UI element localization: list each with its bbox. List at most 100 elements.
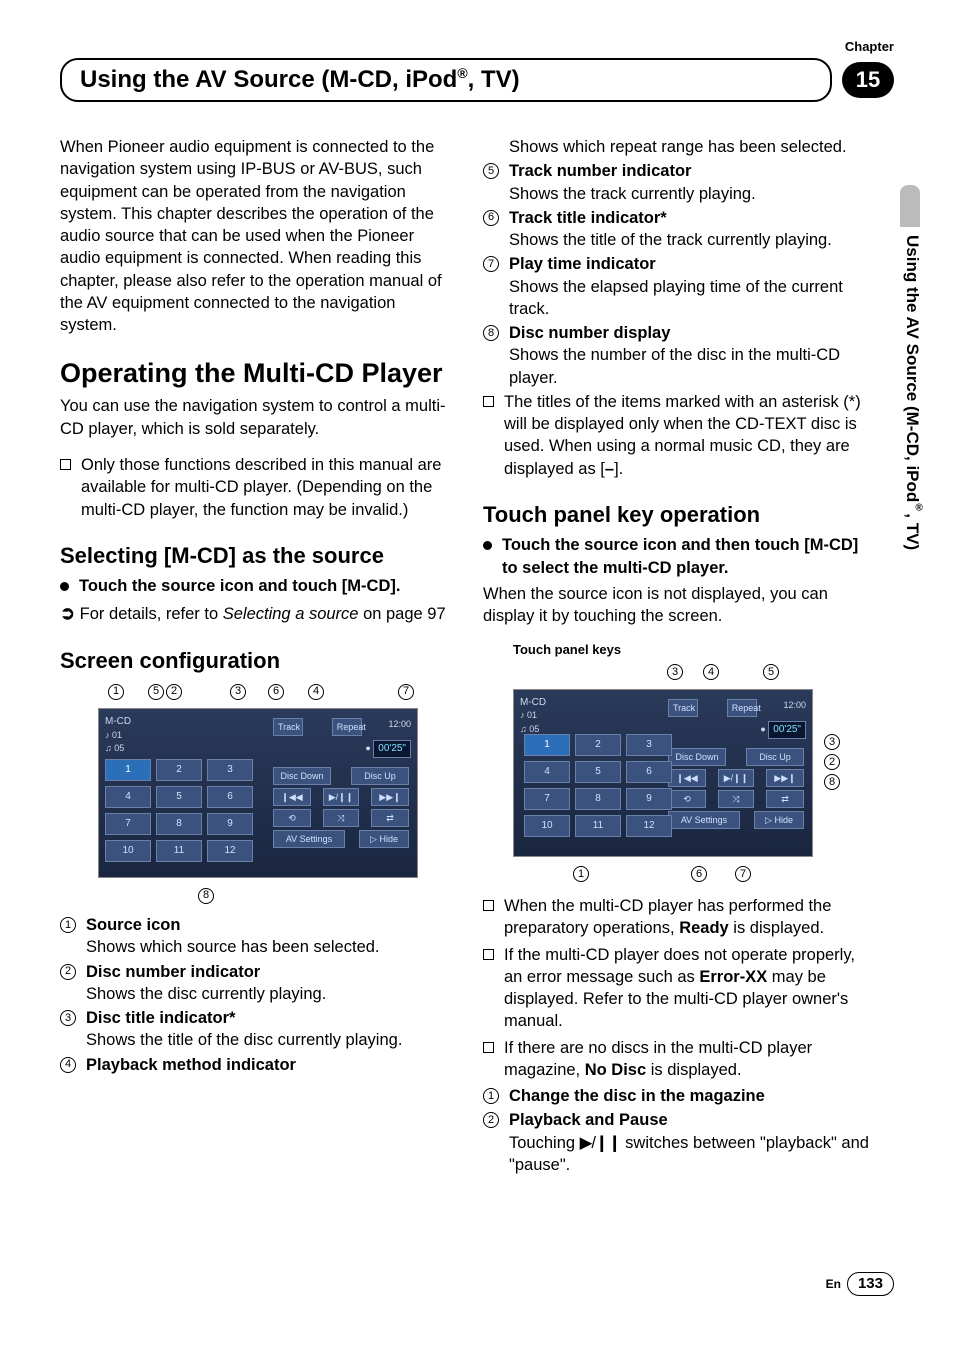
screenshot2-right-col: Track Repeat 12:00 ● 00'25" Disc Down Di… [666,696,806,829]
next-track-button-2[interactable]: ▶▶❙ [766,769,804,787]
tp-paragraph: When the source icon is not displayed, y… [483,583,874,628]
disc-cell[interactable]: 1 [105,759,151,781]
disc-cell[interactable]: 3 [626,734,672,756]
repeat-label[interactable]: Repeat [332,718,362,736]
tp-callout-5: 5 [763,664,779,680]
track-label[interactable]: Track [273,718,303,736]
tp-callout-r2: 2 [824,754,840,770]
mode-button-1b[interactable]: ⟲ [668,790,706,808]
col2-item-8-desc: Shows the number of the disc in the mult… [509,344,874,389]
tp-bullet-error-text: If the multi-CD player does not operate … [504,944,874,1033]
next-track-button[interactable]: ▶▶❙ [371,788,409,806]
heading-selecting-mcd: Selecting [M-CD] as the source [60,543,451,569]
operating-note: Only those functions described in this m… [60,454,451,521]
chapter-title-sup: ® [457,65,467,81]
mode-button-3[interactable]: ⇄ [371,809,409,827]
disc-cell[interactable]: 11 [156,840,202,862]
disc-cell[interactable]: 2 [156,759,202,781]
tp-callout-r8: 8 [824,774,840,790]
tp-callout-b6: 6 [691,866,707,882]
disc-cell[interactable]: 10 [105,840,151,862]
sc-item-4: 4 Playback method indicator [60,1054,451,1076]
square-bullet-icon [483,1042,494,1053]
tp-callout-b7: 7 [735,866,751,882]
crossref-pre: For details, refer to [75,605,223,623]
note-post: ]. [614,460,623,478]
disc-cell[interactable]: 12 [626,815,672,837]
heading-operating: Operating the Multi-CD Player [60,358,451,389]
disc-cell[interactable]: 2 [575,734,621,756]
disc-down-button-2[interactable]: Disc Down [668,748,726,766]
disc-cell[interactable]: 4 [524,761,570,783]
disc-cell[interactable]: 1 [524,734,570,756]
col2-item-8: 8 Disc number display Shows the number o… [483,322,874,389]
disc-down-button[interactable]: Disc Down [273,767,331,785]
col2-item-6-label: Track title indicator* [509,207,874,229]
prev-track-button-2[interactable]: ❙◀◀ [668,769,706,787]
source-text-2: M-CD [520,697,546,708]
circled-1b: 1 [483,1088,499,1104]
circled-7: 7 [483,256,499,272]
play-pause-button-2[interactable]: ▶/❙❙ [718,769,754,787]
filled-bullet-icon [60,582,69,591]
circled-3: 3 [60,1010,76,1026]
tp-callout-4: 4 [703,664,719,680]
prev-track-button[interactable]: ❙◀◀ [273,788,311,806]
disc-cell[interactable]: 6 [207,786,253,808]
col2-asterisk-note: The titles of the items marked with an a… [483,391,874,480]
chapter-label: Chapter [845,38,894,56]
screen-config-callouts-bottom: 8 [98,884,451,906]
hide-text: Hide [379,834,398,844]
disc-cell[interactable]: 9 [207,813,253,835]
disc-cell[interactable]: 11 [575,815,621,837]
av-settings-button[interactable]: AV Settings [273,830,345,848]
disc-cell[interactable]: 8 [575,788,621,810]
disc-cell[interactable]: 5 [575,761,621,783]
disc-cell[interactable]: 10 [524,815,570,837]
disc-cell[interactable]: 8 [156,813,202,835]
tp-num-1: 1 Change the disc in the magazine [483,1085,874,1107]
side-tab-text: Using the AV Source (M-CD, iPod®, TV) [900,227,926,550]
disc-cell[interactable]: 12 [207,840,253,862]
operating-paragraph: You can use the navigation system to con… [60,395,451,440]
disc-cell[interactable]: 7 [524,788,570,810]
operating-note-text: Only those functions described in this m… [81,454,451,521]
mode-button-1[interactable]: ⟲ [273,809,311,827]
av-settings-button-2[interactable]: AV Settings [668,811,740,829]
screenshot2-source-label: M-CD ♪ 01 ♫ 05 [520,696,546,737]
play-pause-button[interactable]: ▶/❙❙ [323,788,359,806]
chapter-title-pre: Using the AV Source (M-CD, iPod [80,66,457,93]
selecting-step: Touch the source icon and touch [M-CD]. [60,575,451,597]
disc-cell[interactable]: 7 [105,813,151,835]
disc-cell[interactable]: 5 [156,786,202,808]
disc-cell[interactable]: 3 [207,759,253,781]
tp-step-mcd: [M-CD] [804,536,858,554]
circled-1: 1 [60,917,76,933]
left-column: When Pioneer audio equipment is connecte… [60,136,451,1178]
disc-cell[interactable]: 9 [626,788,672,810]
play-pause-icon: ▶/❙❙ [580,1134,621,1152]
tpb-bold: Ready [679,919,729,937]
hide-button-2[interactable]: ▷ Hide [754,811,804,829]
disc-up-button-2[interactable]: Disc Up [746,748,804,766]
disc-cell[interactable]: 6 [626,761,672,783]
tp-step-post: to select the multi-CD player. [502,559,728,577]
tp-callout-3: 3 [667,664,683,680]
hide-button[interactable]: ▷ Hide [359,830,409,848]
tpb-bold: Error-XX [699,968,767,986]
tp-callout-b1: 1 [573,866,589,882]
disc-up-button[interactable]: Disc Up [351,767,409,785]
mode-button-3b[interactable]: ⇄ [766,790,804,808]
track-label-2[interactable]: Track [668,699,698,717]
callout-7: 7 [398,684,414,700]
mode-button-2b[interactable]: ⤨ [718,790,754,808]
mode-button-2[interactable]: ⤨ [323,809,359,827]
col2-item-6-desc: Shows the title of the track currently p… [509,229,874,251]
tp-callouts-right: 3 2 8 [824,734,840,790]
tp-num-2-desc: Touching ▶/❙❙ switches between "playback… [509,1132,874,1177]
disc-no-2: 01 [527,710,537,720]
repeat-label-2[interactable]: Repeat [727,699,757,717]
disc-cell[interactable]: 4 [105,786,151,808]
tp-num-2-label: Playback and Pause [509,1109,874,1131]
tp-step-pre: Touch the source icon and then touch [502,536,804,554]
